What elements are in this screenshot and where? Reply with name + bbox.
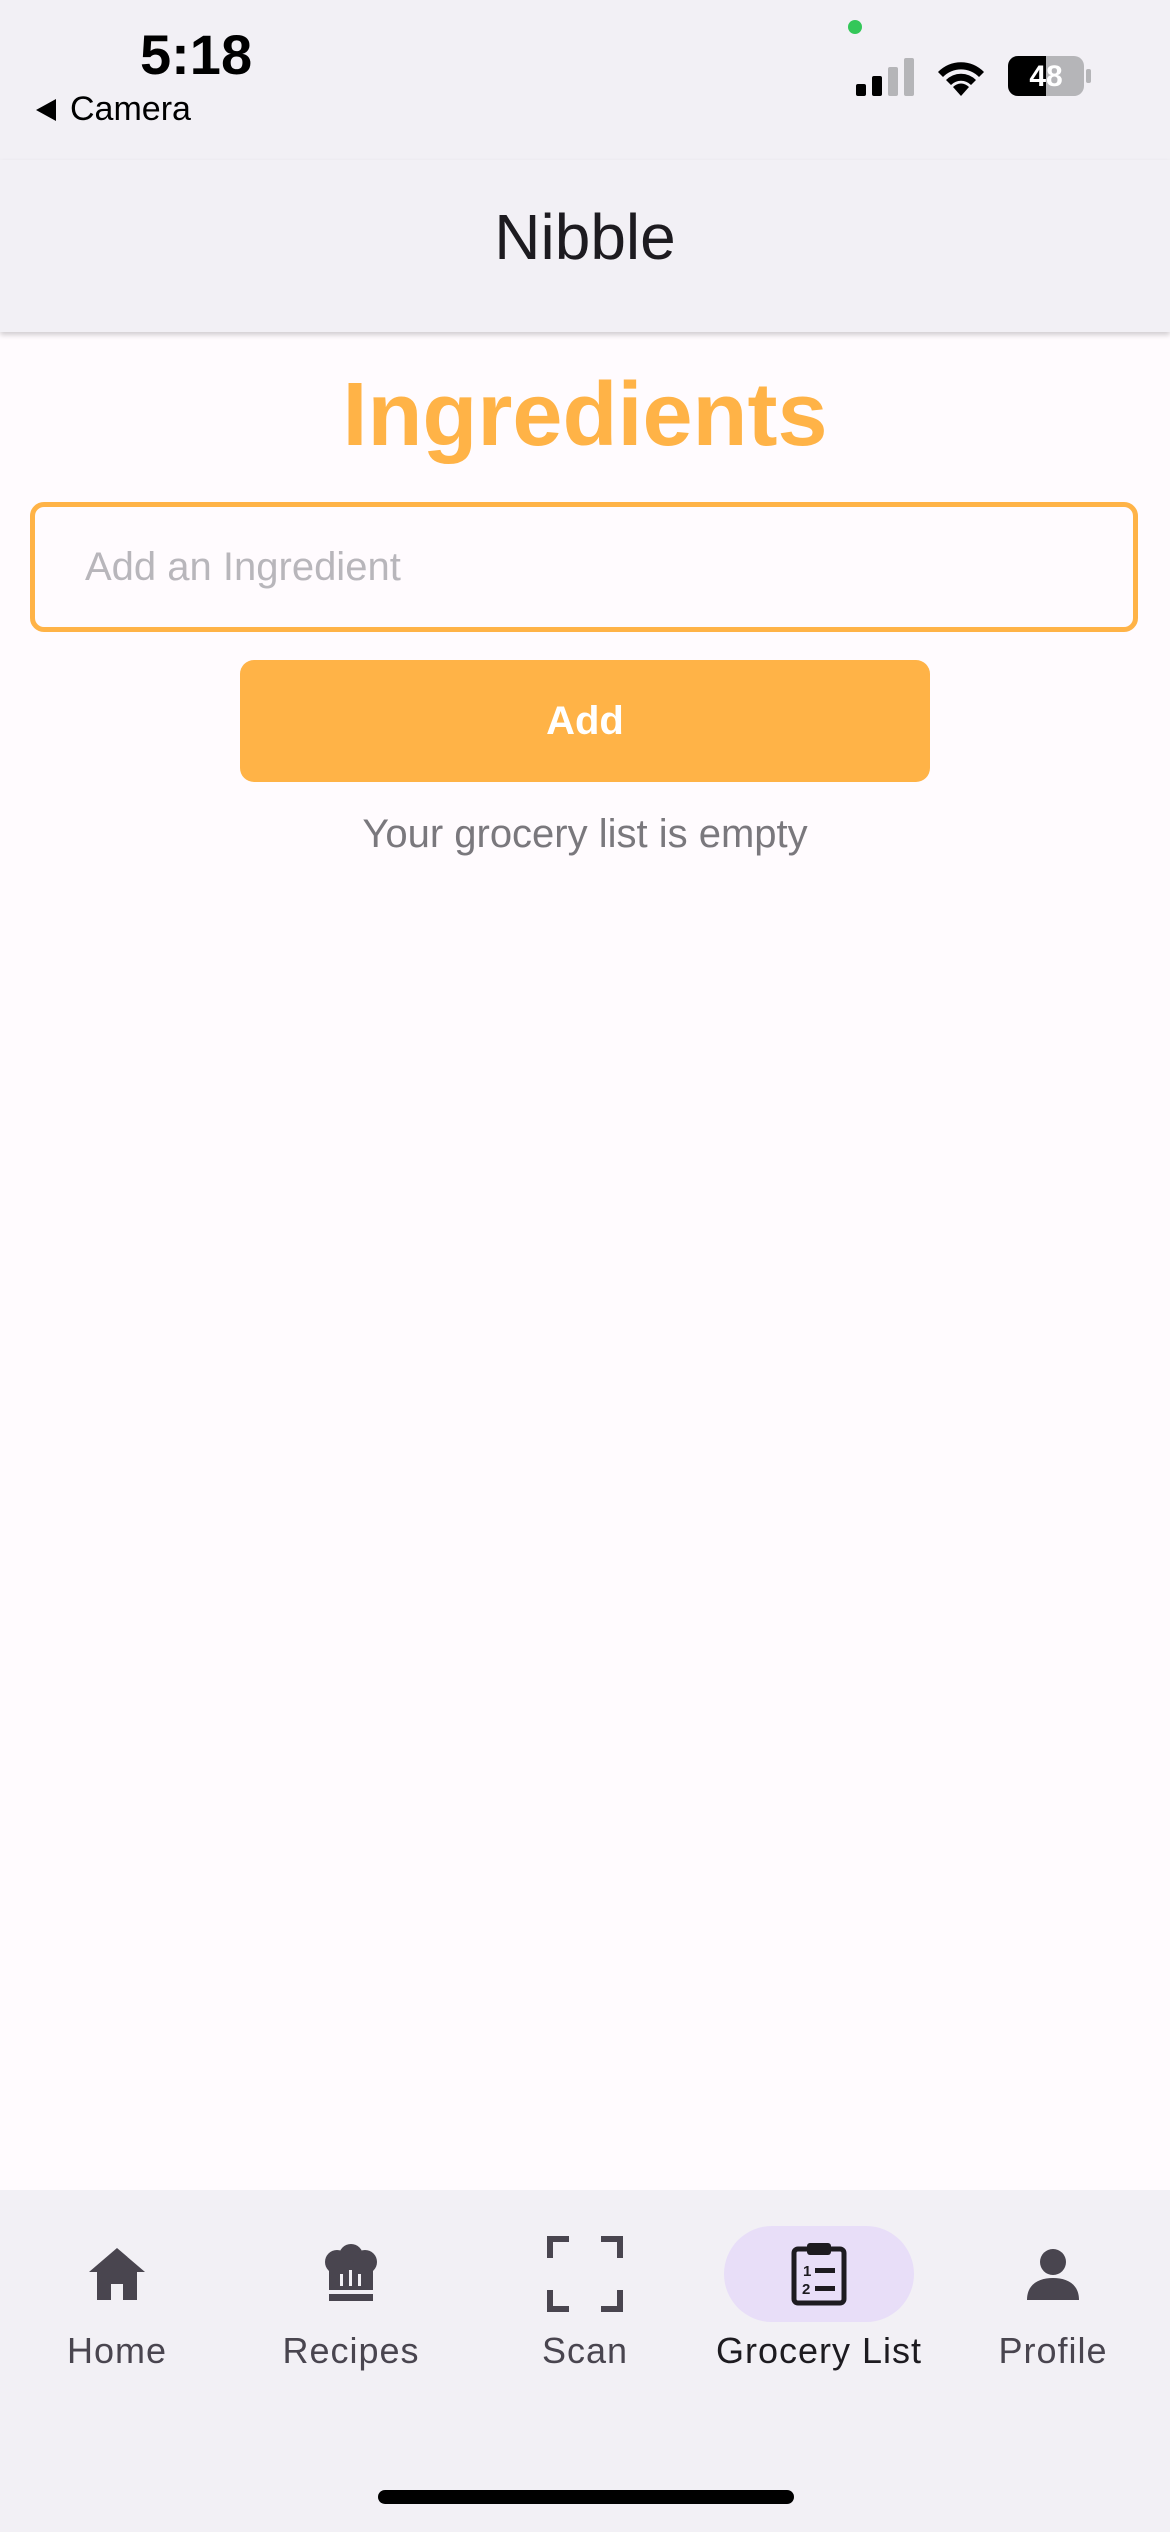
back-label: Camera	[70, 90, 191, 128]
nav-item-recipes[interactable]: Recipes	[234, 2226, 468, 2386]
nav-item-grocery-list[interactable]: 1 2 Grocery List	[702, 2226, 936, 2386]
nav-icon-container	[22, 2226, 212, 2322]
svg-text:2: 2	[802, 2281, 810, 2298]
empty-list-message: Your grocery list is empty	[362, 812, 808, 856]
page-heading: Ingredients	[342, 365, 828, 465]
ingredient-input[interactable]	[35, 543, 1133, 591]
add-button[interactable]: Add	[240, 660, 930, 782]
bottom-navigation: Home Recipes Scan 1 2 Grocery List Profi…	[0, 2190, 1170, 2532]
clipboard-list-icon: 1 2	[791, 2243, 847, 2306]
nav-label: Scan	[541, 2330, 629, 2371]
status-bar: 5:18 Camera 48	[0, 0, 1170, 160]
nav-label: Profile	[998, 2330, 1108, 2371]
camera-in-use-indicator	[848, 20, 862, 34]
back-to-camera-link[interactable]: Camera	[36, 90, 191, 129]
nav-item-home[interactable]: Home	[0, 2226, 234, 2386]
nav-label: Home	[66, 2330, 168, 2371]
app-bar: Nibble	[0, 160, 1170, 332]
battery-icon: 48	[1008, 56, 1091, 96]
nav-label: Grocery List	[715, 2330, 923, 2371]
scan-frame-icon	[547, 2236, 623, 2312]
nav-icon-container: 1 2	[724, 2226, 914, 2322]
nav-icon-container	[490, 2226, 680, 2322]
ingredient-input-container[interactable]	[30, 502, 1138, 632]
nav-item-scan[interactable]: Scan	[468, 2226, 702, 2386]
svg-text:1: 1	[803, 2263, 811, 2280]
person-icon	[1027, 2249, 1079, 2300]
nav-icon-container	[256, 2226, 446, 2322]
nav-label: Recipes	[282, 2330, 420, 2371]
home-indicator[interactable]	[378, 2490, 794, 2504]
nav-item-profile[interactable]: Profile	[936, 2226, 1170, 2386]
status-time: 5:18	[140, 23, 253, 86]
app-title: Nibble	[494, 201, 676, 273]
back-arrow-icon	[36, 98, 56, 121]
battery-level: 48	[1029, 60, 1062, 93]
nav-icon-container	[958, 2226, 1148, 2322]
cellular-signal-icon	[856, 58, 914, 96]
chef-hat-icon	[325, 2244, 377, 2301]
wifi-icon	[938, 62, 984, 96]
home-icon	[89, 2248, 145, 2300]
